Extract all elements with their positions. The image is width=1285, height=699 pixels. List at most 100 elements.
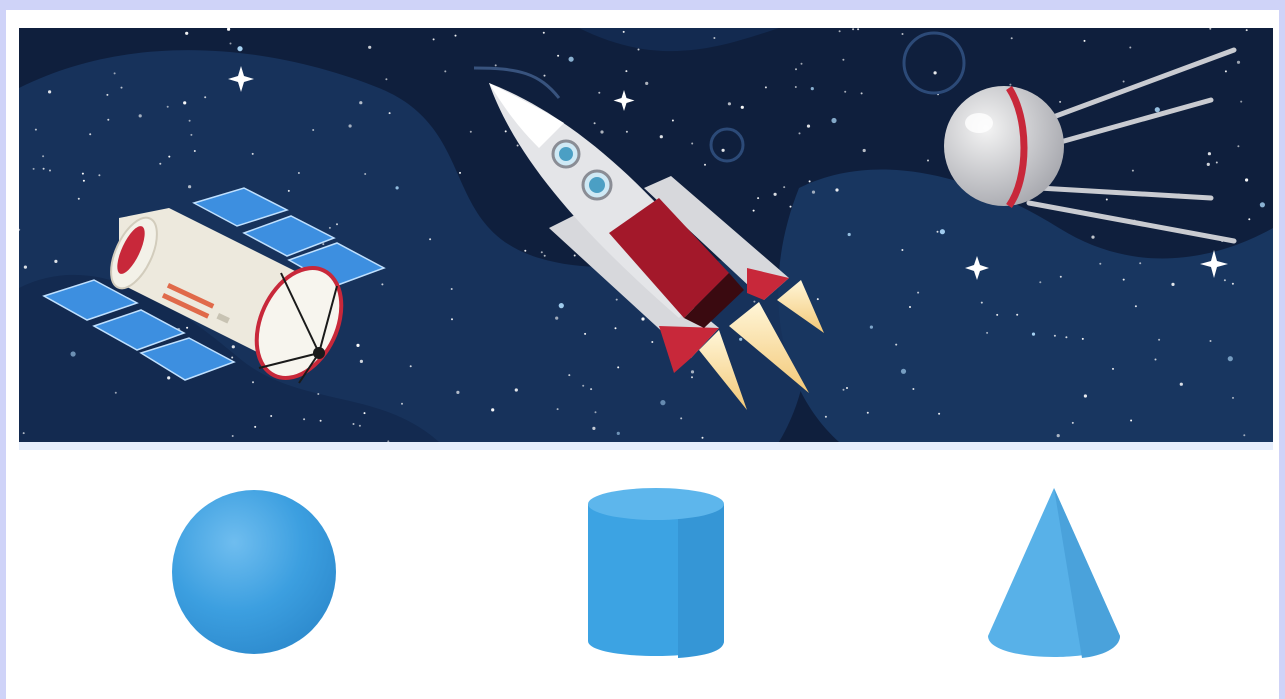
star	[838, 30, 841, 33]
star	[352, 423, 355, 425]
space-illustration	[19, 28, 1273, 442]
star	[113, 72, 116, 75]
star	[590, 388, 593, 391]
star	[359, 101, 363, 105]
star	[348, 124, 352, 128]
star	[23, 265, 27, 269]
star	[1134, 305, 1137, 308]
star	[368, 45, 372, 49]
star	[168, 155, 171, 158]
star	[1245, 29, 1248, 32]
star	[592, 426, 596, 430]
star	[183, 101, 187, 105]
star	[1105, 198, 1108, 201]
star	[691, 376, 693, 379]
star	[846, 387, 848, 389]
star	[193, 150, 196, 152]
star	[1154, 107, 1160, 113]
star	[753, 300, 756, 303]
star	[860, 92, 863, 95]
star	[395, 186, 399, 190]
star	[555, 316, 559, 320]
star	[795, 68, 797, 71]
star	[270, 415, 273, 417]
star	[701, 436, 704, 439]
star	[582, 384, 585, 387]
star	[1059, 100, 1062, 103]
star	[901, 33, 904, 35]
star	[600, 130, 604, 134]
star	[810, 87, 814, 91]
star	[204, 96, 207, 99]
star	[429, 238, 432, 241]
star	[287, 189, 290, 192]
star	[1209, 340, 1212, 342]
star	[637, 48, 640, 51]
star	[322, 243, 325, 246]
star	[794, 86, 797, 88]
star	[81, 172, 84, 175]
cylinder-shape	[586, 486, 726, 661]
star	[869, 325, 874, 329]
star	[188, 119, 191, 122]
star	[1139, 262, 1142, 265]
star	[388, 112, 391, 115]
star	[1016, 313, 1019, 316]
star	[451, 318, 453, 321]
star	[34, 128, 37, 131]
star	[494, 64, 497, 67]
star	[1224, 70, 1227, 73]
star	[237, 46, 243, 52]
star	[598, 91, 601, 94]
star	[42, 155, 45, 158]
star	[1056, 434, 1060, 438]
star	[773, 192, 777, 196]
star	[625, 130, 628, 133]
star	[317, 393, 320, 395]
star	[1059, 275, 1062, 278]
star	[454, 34, 457, 37]
star	[938, 412, 941, 415]
star	[385, 78, 388, 81]
star	[356, 343, 360, 347]
star	[54, 259, 58, 263]
star	[671, 119, 674, 122]
star	[231, 356, 234, 359]
star	[895, 343, 898, 346]
cone-shape	[986, 486, 1126, 661]
star	[939, 229, 946, 235]
star	[514, 388, 518, 392]
star	[22, 432, 25, 435]
star	[540, 251, 543, 254]
star	[336, 223, 338, 226]
star	[1031, 332, 1036, 336]
star	[456, 390, 460, 394]
star	[98, 174, 101, 177]
star	[516, 144, 519, 147]
star	[159, 162, 162, 165]
star	[783, 186, 786, 189]
star	[1245, 178, 1249, 182]
star	[252, 381, 254, 384]
star	[866, 411, 869, 414]
star	[77, 197, 80, 200]
star	[740, 105, 744, 109]
star	[811, 190, 816, 194]
star	[358, 424, 361, 427]
star	[1237, 145, 1240, 148]
star	[659, 135, 663, 139]
star	[721, 148, 725, 152]
star	[558, 303, 564, 309]
star	[622, 30, 625, 33]
star	[847, 232, 851, 237]
star	[842, 388, 845, 391]
star	[614, 327, 617, 330]
star	[42, 167, 45, 170]
star	[862, 148, 866, 153]
star	[120, 86, 123, 89]
star	[1112, 367, 1114, 370]
star	[831, 117, 837, 124]
star	[82, 179, 85, 182]
star	[764, 86, 767, 89]
star	[1010, 37, 1013, 40]
